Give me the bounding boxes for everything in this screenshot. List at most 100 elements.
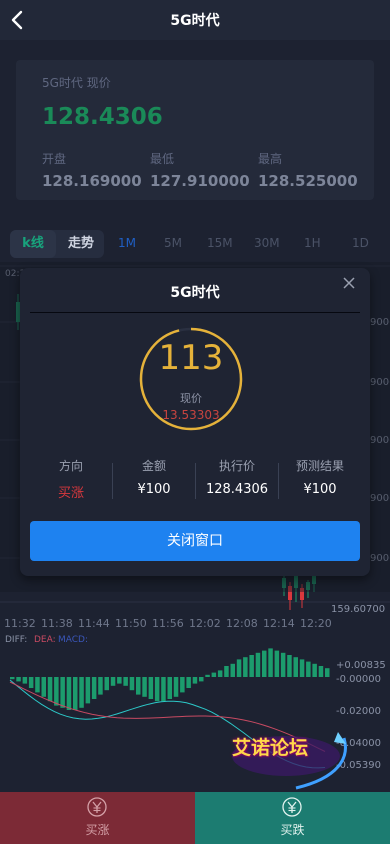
macd-bar bbox=[79, 677, 84, 708]
timeframe-1m[interactable]: 1M bbox=[118, 236, 136, 250]
x-tick: 12:02 bbox=[189, 617, 221, 630]
order-result-modal: 5G时代 113 现价 13.53303 方向 买涨 金额 ¥100 执行价 1… bbox=[20, 268, 370, 576]
macd-bar bbox=[148, 677, 154, 699]
buy-up-label: 买涨 bbox=[85, 823, 110, 837]
current-price-caption: 现价 bbox=[180, 392, 202, 405]
macd-bar bbox=[22, 677, 28, 684]
buy-up-button[interactable]: 买涨 bbox=[0, 792, 195, 844]
x-tick: 11:38 bbox=[41, 617, 73, 630]
open-stat: 开盘 128.169000 bbox=[42, 150, 142, 190]
macd-bar bbox=[287, 655, 292, 677]
buy-down-label: 买跌 bbox=[280, 823, 305, 837]
timeframe-1d[interactable]: 1D bbox=[352, 236, 369, 250]
timeframe-15m[interactable]: 15M bbox=[207, 236, 233, 250]
chart-mode-toggle: k线 走势 bbox=[10, 230, 104, 258]
direction-col: 方向 买涨 bbox=[30, 455, 112, 505]
yen-icon bbox=[282, 797, 302, 817]
forecast-result-label: 预测结果 bbox=[295, 459, 344, 473]
macd-bar bbox=[85, 677, 91, 704]
macd-bar bbox=[230, 663, 235, 677]
macd-bar bbox=[312, 663, 317, 677]
yen-icon bbox=[87, 797, 107, 817]
macd-bar bbox=[199, 677, 204, 682]
macd-bar bbox=[255, 652, 261, 677]
macd-bar bbox=[98, 677, 103, 695]
strike-price-col: 执行价 128.4306 bbox=[196, 455, 278, 505]
forecast-result-col: 预测结果 ¥100 bbox=[279, 455, 361, 505]
current-price-label: 5G时代 现价 bbox=[42, 76, 111, 90]
amount-value: ¥100 bbox=[137, 482, 171, 497]
macd-bar bbox=[167, 677, 172, 699]
macd-bar bbox=[262, 650, 267, 677]
low-stat: 最低 127.910000 bbox=[150, 150, 250, 190]
macd-dea-label: DEA: bbox=[34, 635, 56, 645]
trade-action-bar: 买涨 买跌 bbox=[0, 792, 390, 844]
tab-kline[interactable]: k线 bbox=[10, 230, 56, 258]
close-window-button[interactable]: 关闭窗口 bbox=[30, 521, 360, 561]
macd-bar bbox=[249, 655, 254, 677]
macd-bar bbox=[318, 666, 324, 677]
macd-axis-label: +0.00835 bbox=[336, 660, 386, 671]
macd-bar bbox=[192, 677, 198, 684]
current-price-value: 128.4306 bbox=[42, 104, 163, 130]
macd-bar bbox=[41, 677, 46, 697]
macd-bar bbox=[293, 657, 298, 677]
macd-bar bbox=[243, 657, 248, 677]
macd-bar bbox=[306, 661, 311, 677]
high-value: 128.525000 bbox=[258, 172, 358, 190]
macd-bar bbox=[123, 677, 128, 686]
high-stat: 最高 128.525000 bbox=[258, 150, 358, 190]
order-details: 方向 买涨 金额 ¥100 执行价 128.4306 预测结果 ¥100 bbox=[30, 455, 360, 505]
macd-bar bbox=[47, 677, 53, 702]
page-title: 5G时代 bbox=[170, 13, 220, 29]
macd-bar bbox=[110, 677, 116, 686]
timeframe-30m[interactable]: 30M bbox=[254, 236, 280, 250]
macd-bar bbox=[54, 677, 59, 706]
macd-bar bbox=[117, 677, 122, 684]
macd-bar bbox=[142, 677, 147, 697]
watermark-text: 艾诺论坛 bbox=[232, 737, 309, 759]
low-value: 127.910000 bbox=[150, 172, 250, 190]
x-tick: 11:56 bbox=[152, 617, 184, 630]
direction-value: 买涨 bbox=[57, 486, 84, 501]
timeframe-5m[interactable]: 5M bbox=[164, 236, 182, 250]
macd-bar bbox=[205, 674, 210, 677]
close-icon[interactable] bbox=[338, 272, 360, 294]
forecast-result-value: ¥100 bbox=[303, 482, 337, 497]
x-tick: 11:32 bbox=[4, 617, 36, 630]
macd-bar bbox=[236, 659, 242, 677]
high-label: 最高 bbox=[258, 152, 283, 166]
open-value: 128.169000 bbox=[42, 172, 142, 190]
low-label: 最低 bbox=[150, 152, 175, 166]
macd-bar bbox=[104, 677, 109, 691]
direction-label: 方向 bbox=[58, 459, 83, 473]
countdown-value: 113 bbox=[158, 338, 224, 378]
macd-bar bbox=[173, 677, 179, 697]
modal-title: 5G时代 bbox=[170, 285, 220, 301]
macd-bar bbox=[224, 666, 229, 677]
macd-bar bbox=[129, 677, 135, 691]
macd-bar bbox=[91, 677, 97, 699]
chart-tabs: k线 走势 1M 5M 15M 30M 1H 1D bbox=[0, 228, 390, 260]
macd-bar bbox=[325, 668, 330, 677]
macd-bar bbox=[268, 648, 273, 677]
macd-bar bbox=[10, 677, 15, 680]
macd-bar bbox=[186, 677, 191, 688]
macd-axis-label: -0.00000 bbox=[336, 674, 381, 685]
macd-bar bbox=[60, 677, 65, 708]
timeframe-1h[interactable]: 1H bbox=[304, 236, 321, 250]
strike-price-label: 执行价 bbox=[218, 459, 255, 473]
macd-bar bbox=[211, 672, 217, 677]
amount-col: 金额 ¥100 bbox=[113, 455, 195, 505]
open-label: 开盘 bbox=[42, 152, 67, 166]
macd-macd-label: MACD: bbox=[58, 635, 88, 645]
tab-trend[interactable]: 走势 bbox=[58, 230, 104, 258]
header-bar: 5G时代 bbox=[0, 0, 390, 40]
macd-axis-label: -0.02000 bbox=[336, 706, 381, 717]
current-price-reading: 13.53303 bbox=[162, 408, 220, 422]
macd-bar bbox=[280, 652, 286, 677]
amount-label: 金额 bbox=[141, 459, 166, 473]
x-tick: 11:44 bbox=[78, 617, 110, 630]
buy-down-button[interactable]: 买跌 bbox=[195, 792, 390, 844]
x-tick: 11:50 bbox=[115, 617, 147, 630]
